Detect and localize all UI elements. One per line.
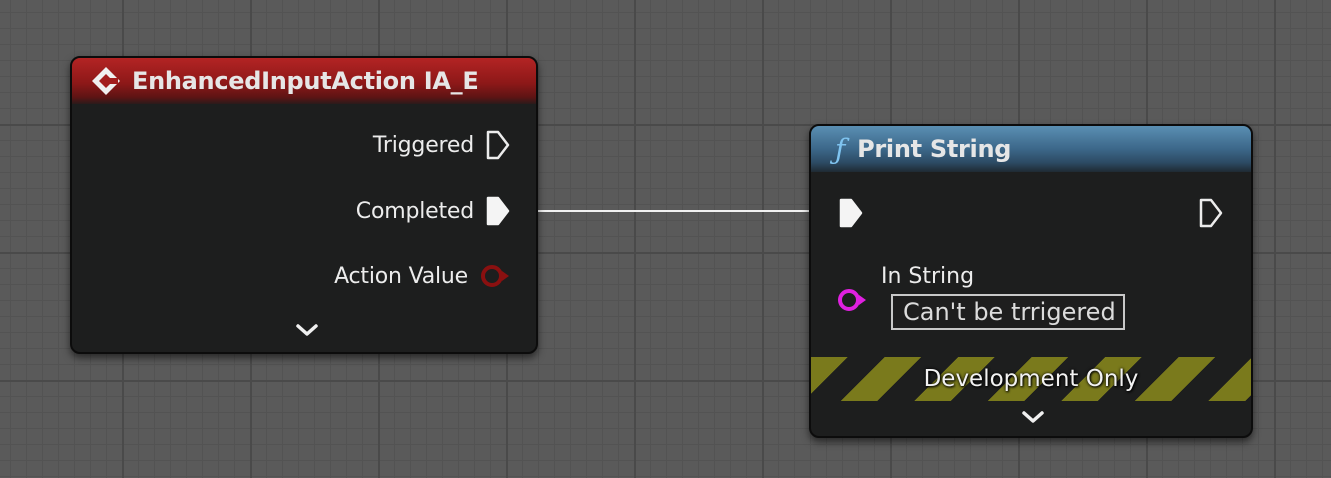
pin-row-action-value: Action Value — [334, 262, 510, 290]
exec-output-pin-icon[interactable] — [1199, 198, 1223, 228]
enhanced-input-action-node[interactable]: EnhancedInputAction IA_E Triggered Compl… — [70, 56, 538, 354]
event-diamond-icon — [90, 65, 122, 97]
print-node-header[interactable]: ƒ Print String — [811, 126, 1251, 172]
function-icon: ƒ — [835, 132, 846, 166]
pin-row-completed: Completed — [356, 196, 510, 226]
in-string-input[interactable]: Can't be trrigered — [891, 294, 1125, 330]
print-node-title: Print String — [857, 135, 1012, 163]
pin-label-completed: Completed — [355, 198, 474, 224]
in-string-pin-icon[interactable] — [837, 286, 869, 314]
pin-row-triggered: Triggered — [373, 130, 510, 160]
exec-pin-triggered-icon[interactable] — [486, 130, 510, 160]
development-only-banner: Development Only — [811, 357, 1251, 401]
pin-label-action-value: Action Value — [334, 263, 468, 289]
print-string-node[interactable]: ƒ Print String In String Can't be trrige… — [809, 124, 1253, 438]
event-node-title: EnhancedInputAction IA_E — [132, 67, 479, 95]
expand-chevron-down-icon[interactable] — [1021, 410, 1045, 424]
action-value-pin-icon[interactable] — [480, 262, 510, 290]
development-only-label: Development Only — [923, 366, 1139, 392]
in-string-label: In String — [881, 264, 975, 289]
exec-pin-completed-icon[interactable] — [486, 196, 510, 226]
event-node-header[interactable]: EnhancedInputAction IA_E — [72, 58, 536, 104]
expand-chevron-down-icon[interactable] — [295, 323, 319, 337]
pin-label-triggered: Triggered — [372, 132, 474, 158]
exec-input-pin-icon[interactable] — [839, 198, 863, 228]
